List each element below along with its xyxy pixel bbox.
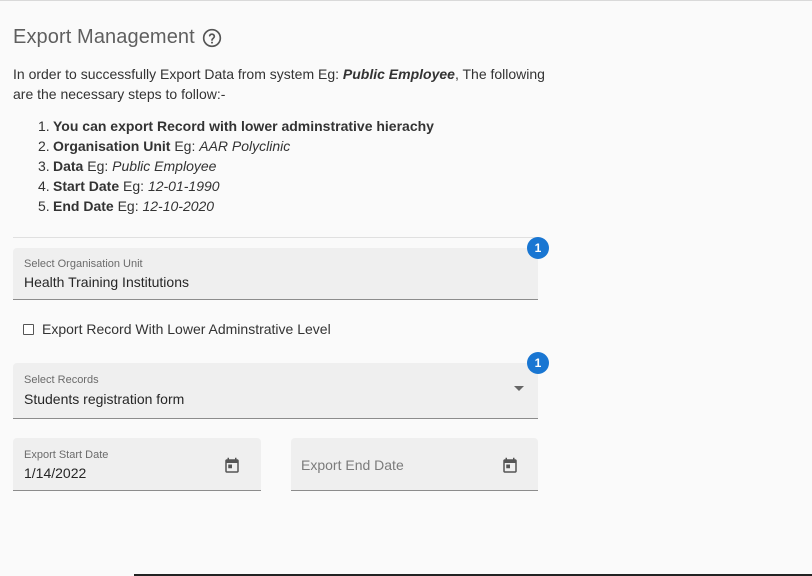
step-number: 2. — [38, 138, 50, 154]
step-example: AAR Polyclinic — [199, 138, 291, 154]
lower-level-checkbox-label[interactable]: Export Record With Lower Adminstrative L… — [42, 321, 331, 337]
step-label: Organisation Unit — [53, 138, 171, 154]
intro-paragraph: In order to successfully Export Data fro… — [13, 64, 553, 104]
select-records-label: Select Records — [24, 374, 99, 386]
page-header: Export Management — [13, 26, 222, 49]
step-label: Start Date — [53, 178, 120, 194]
step-prefix: Eg: — [170, 138, 200, 154]
step-number: 5. — [38, 198, 50, 214]
records-count-badge: 1 — [527, 352, 549, 374]
step-item: 2. Organisation Unit Eg: AAR Polyclinic — [38, 136, 434, 156]
step-prefix: Eg: — [113, 198, 143, 214]
chevron-down-icon[interactable] — [514, 386, 524, 391]
step-item: 1. You can export Record with lower admin… — [38, 116, 434, 136]
step-number: 3. — [38, 158, 50, 174]
step-example: 12-10-2020 — [142, 198, 215, 214]
export-end-date-field[interactable]: Export End Date — [291, 438, 538, 491]
help-circle-icon[interactable] — [202, 28, 222, 48]
organisation-unit-value: Health Training Institutions — [24, 274, 189, 290]
step-label: Data — [53, 158, 84, 174]
export-start-date-label: Export Start Date — [24, 449, 109, 461]
export-end-date-placeholder: Export End Date — [301, 457, 404, 473]
page-title: Export Management — [13, 26, 195, 48]
top-divider — [0, 0, 812, 1]
step-example: 12-01-1990 — [147, 178, 220, 194]
select-records-dropdown[interactable]: Select Records Students registration for… — [13, 363, 538, 419]
step-example: Public Employee — [112, 158, 217, 174]
steps-list: 1. You can export Record with lower admin… — [38, 116, 434, 216]
intro-example: Public Employee — [342, 66, 455, 82]
lower-level-checkbox[interactable] — [23, 323, 34, 335]
calendar-icon[interactable] — [223, 457, 241, 475]
organisation-unit-count-badge: 1 — [527, 237, 549, 259]
step-item: 5. End Date Eg: 12-10-2020 — [38, 196, 434, 216]
section-divider — [13, 237, 538, 238]
export-start-date-value: 1/14/2022 — [24, 465, 87, 481]
step-prefix: Eg: — [119, 178, 148, 194]
step-number: 4. — [38, 178, 50, 194]
calendar-icon[interactable] — [501, 457, 519, 475]
step-item: 4. Start Date Eg: 12-01-1990 — [38, 176, 434, 196]
select-records-value: Students registration form — [24, 391, 185, 407]
lower-level-checkbox-row[interactable]: Export Record With Lower Adminstrative L… — [23, 321, 331, 337]
export-management-page: Export Management In order to successful… — [0, 0, 812, 576]
step-label: You can export Record with lower adminst… — [53, 118, 434, 134]
step-label: End Date — [53, 198, 114, 214]
organisation-unit-label: Select Organisation Unit — [24, 258, 143, 270]
export-start-date-field[interactable]: Export Start Date 1/14/2022 — [13, 438, 261, 491]
step-prefix: Eg: — [83, 158, 113, 174]
step-number: 1. — [38, 118, 50, 134]
intro-text-before: In order to successfully Export Data fro… — [13, 66, 343, 82]
organisation-unit-field[interactable]: Select Organisation Unit Health Training… — [13, 248, 538, 300]
step-item: 3. Data Eg: Public Employee — [38, 156, 434, 176]
